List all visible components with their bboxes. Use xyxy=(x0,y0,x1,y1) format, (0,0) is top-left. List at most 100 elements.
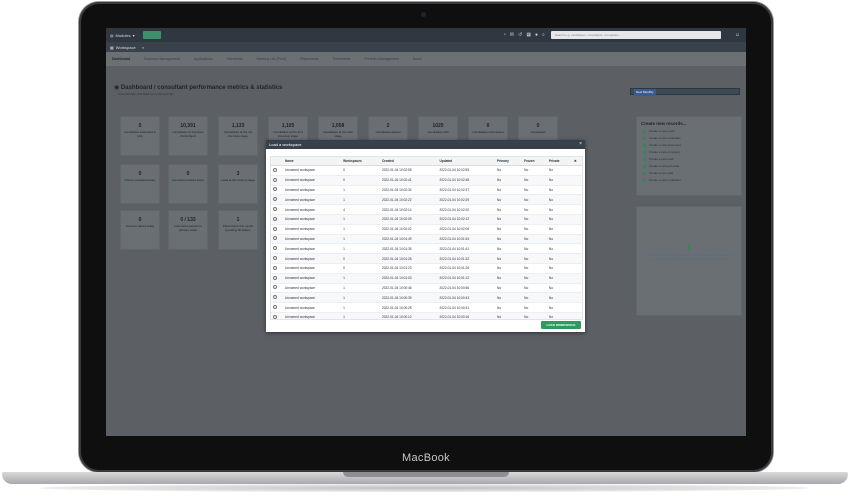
table-row[interactable]: Unnamed workspace 1 2022-01-04 10:00:46 … xyxy=(271,283,582,294)
radio-button[interactable] xyxy=(273,285,277,290)
history-icon[interactable]: ↺ xyxy=(518,32,522,38)
period-select[interactable]: Next Monthly xyxy=(630,88,740,96)
radio-button[interactable] xyxy=(273,167,277,172)
tab-timesheets[interactable]: Timesheets xyxy=(332,57,350,61)
workspace-label[interactable]: Workspace xyxy=(116,45,136,50)
table-row[interactable]: Unnamed workspace 1 2022-01-04 10:02:22 … xyxy=(271,194,582,206)
table-row[interactable]: Unnamed workspace 1 2022-01-04 10:02:09 … xyxy=(271,214,582,225)
search-input[interactable]: Search e.g. candidates, consultants, com… xyxy=(550,31,721,39)
column-header[interactable]: Name xyxy=(283,157,342,166)
table-row[interactable]: Unnamed workspace 1 2022-01-04 10:01:35 … xyxy=(271,243,582,255)
radio-button[interactable] xyxy=(273,197,277,202)
primary-cell: No xyxy=(495,283,523,294)
alert-icon[interactable]: ● xyxy=(535,32,538,38)
row-select-cell[interactable] xyxy=(271,253,283,264)
radio-button[interactable] xyxy=(273,314,277,319)
metric-tile[interactable]: 5 Candidates submitted to jobs xyxy=(120,116,160,156)
tab-scout[interactable]: Scout xyxy=(413,57,422,61)
create-item[interactable]: Create a new candidate xyxy=(643,136,735,140)
tab-interviews[interactable]: Interviews xyxy=(227,57,243,61)
tab-placements[interactable]: Placements xyxy=(300,57,318,61)
row-select-cell[interactable] xyxy=(271,283,283,294)
row-select-cell[interactable] xyxy=(271,194,283,206)
metric-tile[interactable]: 10,391 Candidates at interview (Submitte… xyxy=(168,116,208,156)
create-item[interactable]: Create a new task xyxy=(643,171,735,175)
column-header[interactable]: Frozen xyxy=(522,157,547,166)
row-select-cell[interactable] xyxy=(271,224,283,235)
table-row[interactable]: Unnamed workspace 0 2022-01-04 10:02:41 … xyxy=(271,175,582,186)
row-select-cell[interactable] xyxy=(271,292,283,304)
column-header[interactable]: Private xyxy=(546,157,572,166)
metric-label: Candidates placed xyxy=(375,130,401,134)
metric-tile[interactable]: 0 Clients contacted today xyxy=(120,164,160,204)
row-select-cell[interactable] xyxy=(271,204,283,215)
notification-icon[interactable]: ◔ xyxy=(503,32,506,38)
calendar-icon[interactable]: ▦ xyxy=(526,32,531,38)
radio-button[interactable] xyxy=(273,275,277,280)
table-row[interactable]: Unnamed workspace 1 2022-01-04 10:02:02 … xyxy=(271,224,582,235)
create-item[interactable]: Create a new contractor xyxy=(643,178,735,182)
radio-button[interactable] xyxy=(273,265,277,270)
metric-tile[interactable]: 1 Placements this month (pending fill st… xyxy=(218,210,258,250)
radio-button[interactable] xyxy=(273,177,277,182)
tab-dashboard[interactable]: Dashboard xyxy=(112,57,130,61)
radio-button[interactable] xyxy=(273,207,277,212)
row-select-cell[interactable] xyxy=(271,214,283,225)
row-select-cell[interactable] xyxy=(271,243,283,255)
message-icon[interactable]: ✉ xyxy=(510,32,514,38)
column-header[interactable]: Updated xyxy=(437,157,496,166)
metric-tile[interactable]: 0 / 133 Interviews passed to primary tod… xyxy=(168,210,208,250)
create-item[interactable]: Create a new lead xyxy=(643,157,735,161)
radio-button[interactable] xyxy=(273,295,277,300)
radio-button[interactable] xyxy=(273,256,277,261)
table-row[interactable]: Unnamed workspace 0 2022-01-04 10:01:28 … xyxy=(271,253,582,264)
radio-button[interactable] xyxy=(273,305,277,310)
row-select-cell[interactable] xyxy=(271,302,283,313)
table-row[interactable]: Unnamed workspace 1 2022-01-04 10:01:49 … xyxy=(271,234,582,245)
row-select-cell[interactable] xyxy=(271,312,283,319)
row-select-cell[interactable] xyxy=(271,185,283,196)
table-row[interactable]: Unnamed workspace 0 2022-01-04 10:02:55 … xyxy=(271,165,582,176)
create-item[interactable]: Create a new event xyxy=(643,129,735,133)
resume-drop-zone[interactable]: ▮ Click or drag and drop a resume to ins… xyxy=(636,206,742,316)
radio-button[interactable] xyxy=(273,246,277,251)
row-select-cell[interactable] xyxy=(271,263,283,274)
table-row[interactable]: Unnamed workspace 0 2022-01-04 10:01:23 … xyxy=(271,263,582,274)
create-item[interactable]: Create a new document xyxy=(643,143,735,147)
column-header[interactable]: Workspaces xyxy=(341,157,380,166)
radio-button[interactable] xyxy=(273,226,277,231)
metric-tile[interactable]: 0 Interviews booked today xyxy=(168,164,208,204)
updated-cell: 2022-01-04 10:02:12 xyxy=(437,214,496,225)
row-select-cell[interactable] xyxy=(271,234,283,245)
table-row[interactable]: Unnamed workspace 1 2022-01-04 10:02:34 … xyxy=(271,185,582,196)
table-row[interactable]: Unnamed workspace 4 2022-01-04 10:02:14 … xyxy=(271,204,582,215)
table-row[interactable]: Unnamed workspace 1 2022-01-04 10:00:12 … xyxy=(271,312,582,319)
tab-portfolio-management[interactable]: Portfolio Management xyxy=(364,57,398,61)
row-select-cell[interactable] xyxy=(271,165,283,176)
created-cell: 2022-01-04 10:01:28 xyxy=(379,253,438,264)
modules-menu-button[interactable]: ◍ Modules ▾ xyxy=(110,33,135,38)
metric-tile[interactable]: 1,133 Candidates at the 1st interview st… xyxy=(218,116,258,156)
column-header[interactable]: Created xyxy=(379,157,438,166)
search-icon[interactable]: ⌕ xyxy=(542,32,545,38)
metric-tile[interactable]: 3 Lead at the closing stage xyxy=(218,164,258,204)
tab-applications[interactable]: Applications xyxy=(194,57,213,61)
workspace-nav-icon[interactable]: ‹› xyxy=(142,45,145,50)
metric-tile[interactable]: 0 Invoices raised today xyxy=(120,210,160,250)
close-icon[interactable]: × xyxy=(579,140,582,149)
radio-button[interactable] xyxy=(273,236,277,241)
table-row[interactable]: Unnamed workspace 1 2022-01-04 10:00:39 … xyxy=(271,292,582,304)
create-item[interactable]: Create a new company xyxy=(643,150,735,154)
row-select-cell[interactable] xyxy=(271,273,283,284)
table-row[interactable]: Unnamed workspace 1 2022-01-04 10:00:28 … xyxy=(271,302,582,313)
tab-business-management[interactable]: Business Management xyxy=(144,57,180,61)
user-icon[interactable]: ☺ xyxy=(735,32,740,38)
table-row[interactable]: Unnamed workspace 1 2022-01-04 10:01:03 … xyxy=(271,273,582,284)
radio-button[interactable] xyxy=(273,187,277,192)
column-header[interactable]: Primary xyxy=(495,157,523,166)
tab-meeting-list[interactable]: Meeting List (Prod) xyxy=(257,57,287,61)
row-select-cell[interactable] xyxy=(271,175,283,186)
load-workspace-button[interactable]: LOAD WORKSPACE xyxy=(541,321,581,329)
create-item[interactable]: Create a new job order xyxy=(643,164,735,168)
radio-button[interactable] xyxy=(273,216,277,221)
